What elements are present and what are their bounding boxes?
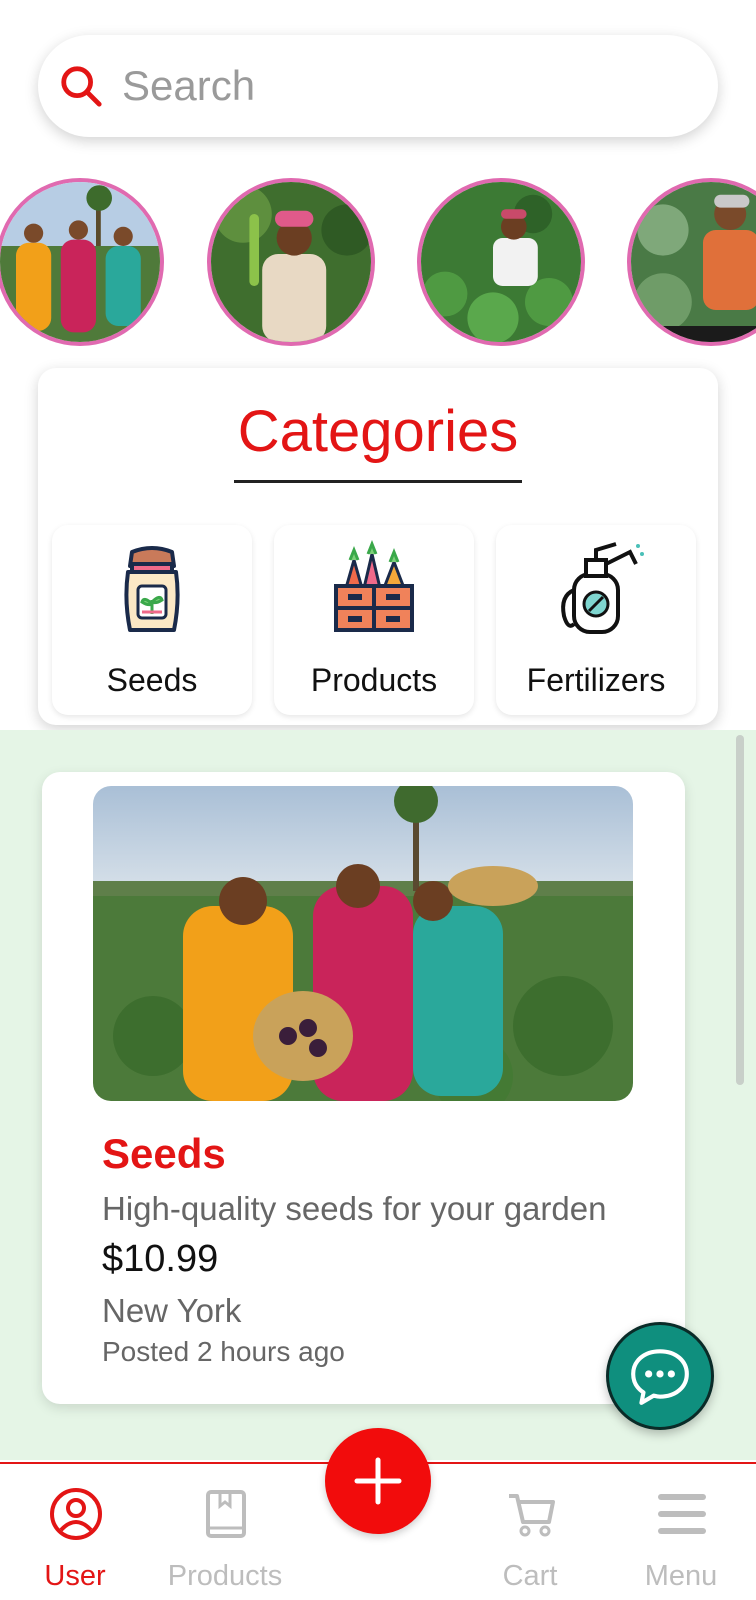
- product-location: New York: [102, 1292, 242, 1329]
- search-bar[interactable]: [38, 35, 718, 137]
- product-card[interactable]: Seeds High-quality seeds for your garden…: [42, 772, 685, 1404]
- nav-menu[interactable]: Menu: [606, 1464, 756, 1600]
- cart-icon: [509, 1494, 555, 1537]
- stories-row: [0, 178, 756, 348]
- chat-bubble-icon: [631, 1349, 689, 1405]
- categories-title: Categories: [237, 399, 519, 464]
- category-fertilizers[interactable]: Fertilizers: [496, 525, 696, 715]
- product-description: High-quality seeds for your garden: [102, 1190, 607, 1227]
- seed-bag-icon: [124, 546, 180, 632]
- chat-button[interactable]: [606, 1322, 714, 1430]
- search-icon: [61, 66, 102, 107]
- categories-card: Categories Seeds Products Fertilizers: [38, 368, 718, 725]
- category-label: Products: [310, 662, 438, 698]
- menu-icon: [658, 1494, 706, 1534]
- story-farmers-women[interactable]: [0, 178, 164, 346]
- story-farmer-beans[interactable]: [207, 178, 375, 346]
- add-button[interactable]: [325, 1428, 431, 1534]
- product-posted-time: Posted 2 hours ago: [102, 1336, 345, 1367]
- nav-products[interactable]: Products: [150, 1464, 300, 1600]
- nav-user[interactable]: User: [0, 1464, 150, 1600]
- category-label: Seeds: [106, 662, 198, 698]
- story-farmer-field[interactable]: [417, 178, 585, 346]
- feed-scrollbar[interactable]: [736, 735, 744, 1085]
- product-price: $10.99: [102, 1238, 219, 1280]
- nav-label: Products: [167, 1560, 283, 1592]
- sprayer-icon: [561, 542, 644, 634]
- user-icon: [50, 1488, 102, 1540]
- nav-label: Menu: [644, 1560, 718, 1592]
- book-icon: [206, 1490, 246, 1538]
- nav-cart[interactable]: Cart: [455, 1464, 605, 1600]
- product-title: Seeds: [102, 1130, 226, 1177]
- category-label: Fertilizers: [526, 662, 666, 698]
- home-screen: Categories Seeds: [0, 0, 756, 1600]
- nav-label: Cart: [502, 1560, 558, 1592]
- plus-icon: [354, 1457, 402, 1505]
- categories-underline: [234, 480, 522, 483]
- story-farmer-cabbage[interactable]: [627, 178, 756, 346]
- search-input[interactable]: [122, 62, 682, 110]
- category-seeds[interactable]: Seeds: [52, 525, 252, 715]
- nav-label: User: [44, 1560, 106, 1592]
- category-products[interactable]: Products: [274, 525, 474, 715]
- vegetable-crate-icon: [334, 540, 414, 632]
- product-image: [93, 786, 633, 1101]
